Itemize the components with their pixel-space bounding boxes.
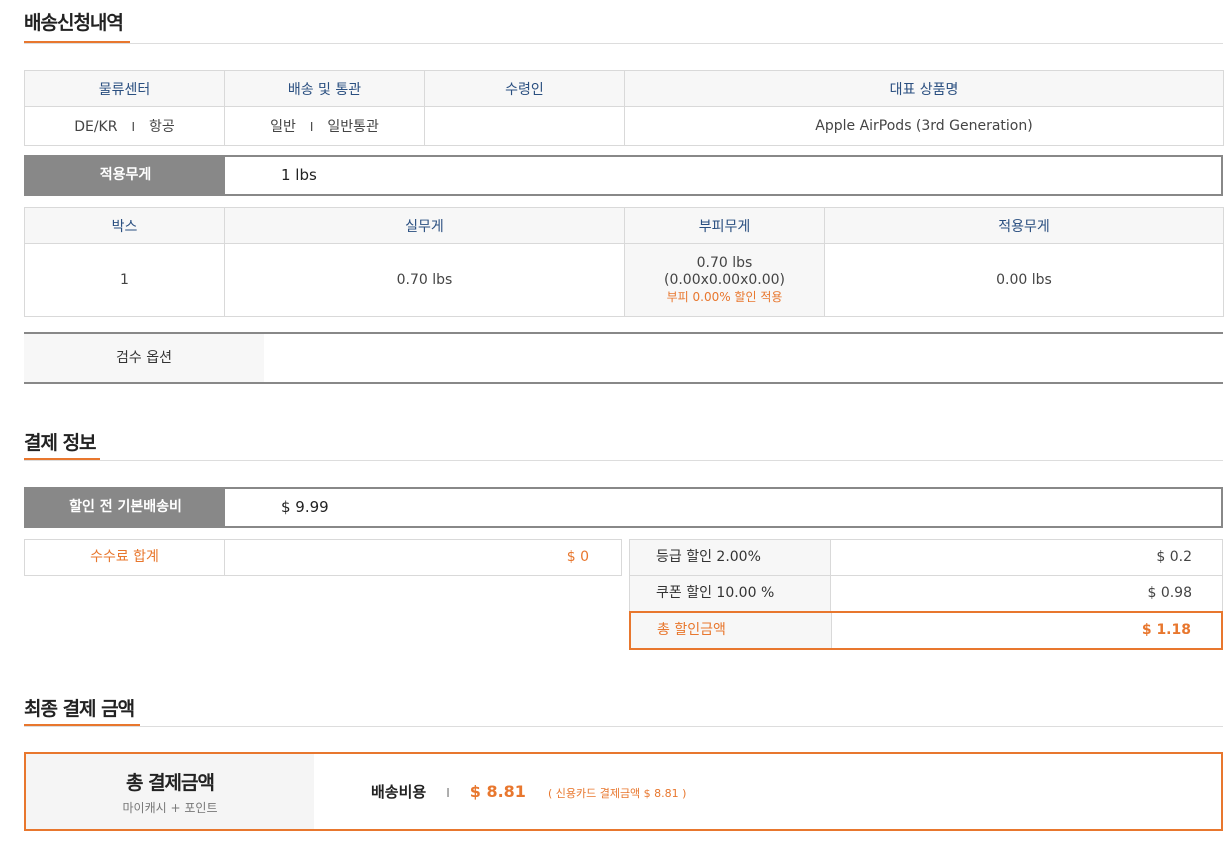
header-box: 박스 bbox=[24, 207, 225, 244]
header-applied-weight: 적용무게 bbox=[824, 207, 1224, 244]
separator: I bbox=[446, 786, 450, 800]
grade-discount-value: $ 0.2 bbox=[1156, 549, 1192, 565]
actual-weight-cell: 0.70 lbs bbox=[224, 243, 625, 317]
header-product-name: 대표 상품명 bbox=[624, 70, 1224, 107]
shipping-customs-cell: 일반 I 일반통관 bbox=[224, 106, 425, 146]
pre-discount-fee-label: 할인 전 기본배송비 bbox=[26, 489, 225, 526]
center-method: 항공 bbox=[149, 119, 175, 135]
section-divider bbox=[24, 43, 1223, 44]
header-logistics-center: 물류센터 bbox=[24, 70, 225, 107]
inspection-option-row: 검수 옵션 bbox=[24, 332, 1223, 384]
applied-weight-label: 적용무게 bbox=[26, 157, 225, 194]
fee-total-value: $ 0 bbox=[566, 549, 589, 565]
section-divider bbox=[24, 460, 1223, 461]
inspection-option-label: 검수 옵션 bbox=[24, 334, 264, 382]
volume-weight-value: 0.70 lbs bbox=[696, 254, 753, 271]
volume-weight-cell: 0.70 lbs (0.00x0.00x0.00) 부피 0.00% 할인 적용 bbox=[624, 243, 825, 317]
final-payment-subtitle: 마이캐시 + 포인트 bbox=[122, 801, 218, 815]
shipping-cost-label: 배송비용 bbox=[371, 783, 427, 801]
payment-section-title: 결제 정보 bbox=[24, 432, 97, 454]
shipping-section-title: 배송신청내역 bbox=[24, 12, 124, 34]
separator: I bbox=[309, 120, 314, 134]
pre-discount-fee-bar: 할인 전 기본배송비 $ 9.99 bbox=[24, 487, 1223, 528]
section-divider bbox=[24, 726, 1223, 727]
fee-total-row: 수수료 합계 $ 0 bbox=[24, 539, 622, 576]
coupon-discount-value: $ 0.98 bbox=[1147, 585, 1192, 601]
separator: I bbox=[131, 120, 136, 134]
header-actual-weight: 실무게 bbox=[224, 207, 625, 244]
center-code: DE/KR bbox=[74, 119, 118, 135]
recipient-cell bbox=[424, 106, 625, 146]
final-payment-content: 배송비용 I $ 8.81 ( 신용카드 결제금액 $ 8.81 ) bbox=[371, 754, 686, 829]
logistics-center-cell: DE/KR I 항공 bbox=[24, 106, 225, 146]
total-discount-row: 총 할인금액 $ 1.18 bbox=[629, 611, 1223, 650]
total-discount-label: 총 할인금액 bbox=[631, 613, 832, 648]
shipping-type: 일반 bbox=[270, 119, 296, 135]
pre-discount-fee-value: $ 9.99 bbox=[281, 498, 329, 516]
final-payment-title-area: 총 결제금액 마이캐시 + 포인트 bbox=[26, 754, 314, 829]
coupon-discount-row: 쿠폰 할인 10.00 % $ 0.98 bbox=[629, 575, 1223, 612]
grade-discount-row: 등급 할인 2.00% $ 0.2 bbox=[629, 539, 1223, 576]
volume-discount-note: 부피 0.00% 할인 적용 bbox=[666, 289, 783, 304]
box-weight-table: 박스 실무게 부피무게 적용무게 1 0.70 lbs 0.70 lbs (0.… bbox=[24, 207, 1224, 317]
applied-weight-bar: 적용무게 1 lbs bbox=[24, 155, 1223, 196]
coupon-discount-label: 쿠폰 할인 10.00 % bbox=[630, 576, 831, 611]
grade-discount-label: 등급 할인 2.00% bbox=[630, 540, 831, 575]
customs-type: 일반통관 bbox=[327, 119, 379, 135]
box-number-cell: 1 bbox=[24, 243, 225, 317]
fee-total-label: 수수료 합계 bbox=[25, 540, 225, 575]
product-name-cell: Apple AirPods (3rd Generation) bbox=[624, 106, 1224, 146]
final-amount: $ 8.81 bbox=[469, 782, 526, 801]
total-discount-value: $ 1.18 bbox=[1141, 622, 1191, 638]
final-payment-box: 총 결제금액 마이캐시 + 포인트 배송비용 I $ 8.81 ( 신용카드 결제금액… bbox=[24, 752, 1223, 831]
header-volume-weight: 부피무게 bbox=[624, 207, 825, 244]
final-section-title: 최종 결제 금액 bbox=[24, 698, 135, 720]
final-payment-title: 총 결제금액 bbox=[125, 772, 215, 794]
shipping-info-table: 물류센터 배송 및 통관 수령인 대표 상품명 DE/KR I 항공 일반 I 일반통관… bbox=[24, 70, 1224, 146]
applied-weight-value: 1 lbs bbox=[281, 166, 317, 184]
header-recipient: 수령인 bbox=[424, 70, 625, 107]
volume-dimensions: (0.00x0.00x0.00) bbox=[663, 271, 785, 288]
card-payment-note: ( 신용카드 결제금액 $ 8.81 ) bbox=[547, 787, 687, 800]
header-shipping-customs: 배송 및 통관 bbox=[224, 70, 425, 107]
applied-weight-cell: 0.00 lbs bbox=[824, 243, 1224, 317]
